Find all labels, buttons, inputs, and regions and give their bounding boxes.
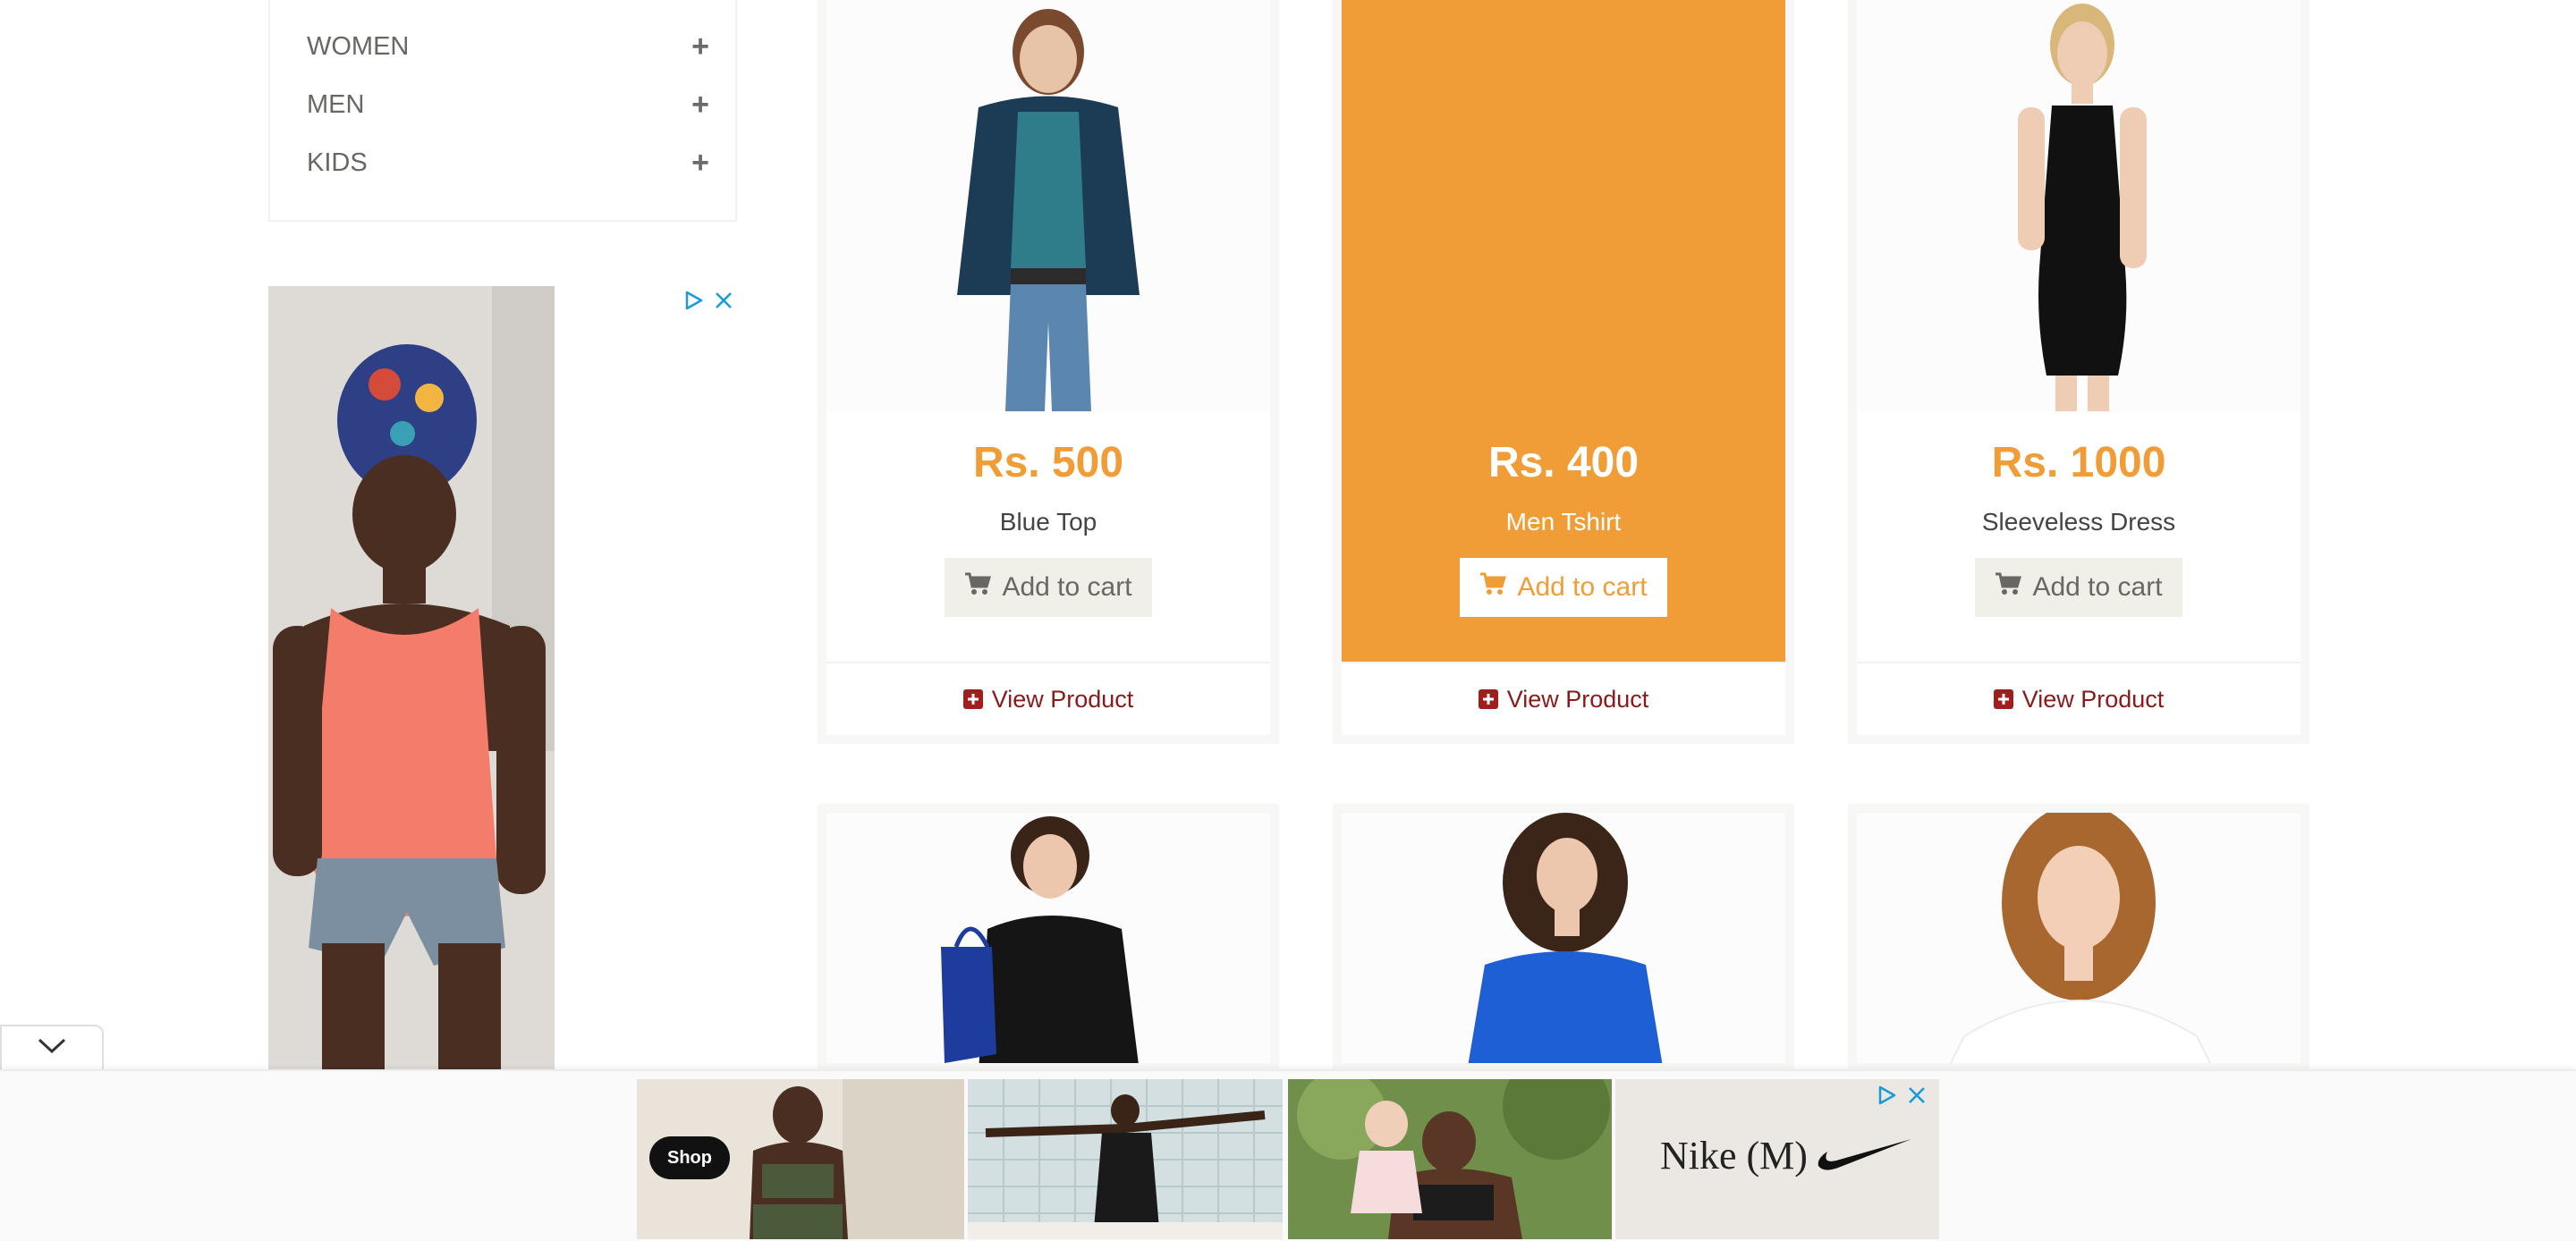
product-price: Rs. 500 [972,439,1124,486]
category-label-women: WOMEN [307,31,410,61]
woman-head-wrap-coral-tank-image[interactable] [268,286,555,1069]
category-men[interactable]: MEN + [307,85,709,124]
plus-square-icon [1478,689,1498,709]
nike-m-logo: Nike (M) [1660,1133,1913,1178]
view-product-link[interactable]: View Product [826,662,1270,735]
girl-white-tshirt-image[interactable] [1857,813,2301,1063]
product-name: Sleeveless Dress [1981,508,2176,536]
side-ad-controls [683,290,733,316]
adchoices-icon[interactable] [683,290,705,316]
product-name: Blue Top [999,508,1097,536]
product-name: Men Tshirt [1505,508,1622,536]
product-price: Rs. 400 [1487,439,1640,486]
product-card [1333,804,1794,1072]
ad-brand-tile[interactable]: Nike (M) [1615,1079,1939,1239]
add-to-cart-button[interactable]: Add to cart [1460,558,1667,617]
view-product-link[interactable]: View Product [1857,662,2301,735]
plus-square-icon [1993,689,2013,709]
view-product-label: View Product [1506,685,1649,713]
product-card: Rs. 400 Men Tshirt Add to cart View Prod… [1333,0,1794,744]
product-card [818,804,1279,1072]
category-kids[interactable]: KIDS + [307,143,709,182]
product-card: Rs. 500 Blue Top Add to cart View Produc… [818,0,1279,744]
plus-icon[interactable]: + [691,89,709,120]
woman-black-top-shopping-bag-image[interactable] [826,813,1270,1063]
category-women[interactable]: WOMEN + [307,27,709,66]
bottom-advertisement[interactable]: Shop Nike (M) [637,1079,1939,1239]
plus-square-icon [962,689,983,709]
close-icon[interactable] [1907,1085,1927,1110]
category-label-men: MEN [307,89,365,119]
add-to-cart-button[interactable]: Add to cart [945,558,1152,617]
side-advertisement[interactable] [268,286,737,1069]
shopping-cart-icon [1479,572,1507,603]
men-tshirt-image[interactable] [1342,0,1785,411]
category-label-kids: KIDS [307,148,368,177]
shopping-cart-icon [964,572,992,603]
close-icon[interactable] [714,291,733,315]
product-card: Rs. 1000 Sleeveless Dress Add to cart Vi… [1848,0,2309,744]
add-to-cart-button[interactable]: Add to cart [1975,558,2182,617]
product-card [1848,804,2309,1072]
product-price: Rs. 1000 [1991,439,2166,486]
view-product-label: View Product [2021,685,2165,713]
swoosh-icon [1815,1134,1913,1178]
plus-icon[interactable]: + [691,148,709,178]
bottom-ad-controls [1877,1085,1927,1110]
chevron-down-icon [37,1037,67,1059]
view-product-label: View Product [991,685,1134,713]
black-sleeveless-dress-image[interactable] [1857,0,2301,411]
woman-blue-top-image[interactable] [826,0,1270,411]
brand-text: Nike (M) [1660,1134,1808,1178]
adchoices-icon[interactable] [1877,1085,1898,1110]
add-to-cart-label: Add to cart [2032,572,2163,602]
shopping-cart-icon [1995,572,2022,603]
add-to-cart-label: Add to cart [1002,572,1132,602]
ad-image-yoga[interactable] [968,1079,1283,1239]
category-panel: WOMEN + MEN + KIDS + [268,0,737,222]
view-product-link[interactable]: View Product [1342,662,1785,735]
collapse-ad-tab[interactable] [0,1025,104,1069]
plus-icon[interactable]: + [691,31,709,62]
shop-button[interactable]: Shop [649,1136,730,1179]
ad-image-mother-child[interactable] [1288,1079,1612,1239]
add-to-cart-label: Add to cart [1517,572,1648,602]
ad-image-athlete[interactable]: Shop [637,1079,964,1239]
woman-blue-sweater-image[interactable] [1342,813,1785,1063]
